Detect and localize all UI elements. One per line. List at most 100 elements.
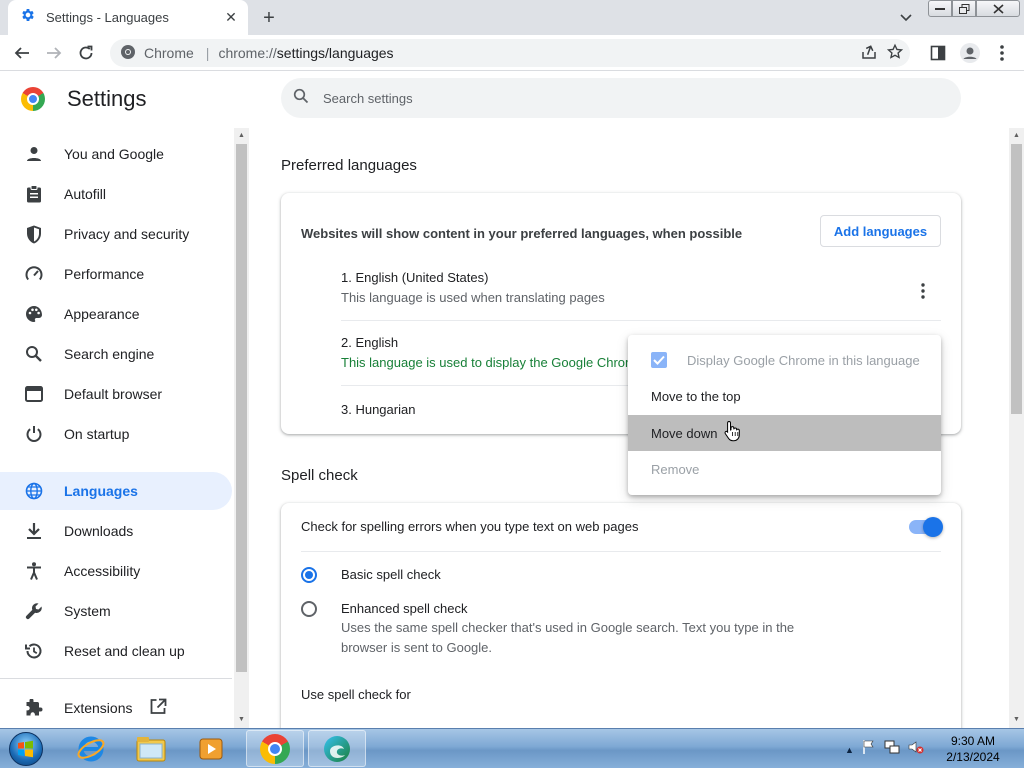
external-link-icon[interactable] xyxy=(150,698,167,718)
power-icon xyxy=(24,424,44,444)
new-tab-button[interactable]: + xyxy=(256,5,282,31)
forward-arrow-icon[interactable] xyxy=(40,39,68,67)
person-icon xyxy=(24,144,44,164)
start-button[interactable] xyxy=(6,730,46,768)
sidebar-item-search-engine[interactable]: Search engine xyxy=(0,335,232,373)
scroll-up-arrow-icon[interactable]: ▲ xyxy=(237,131,246,140)
file-explorer-taskbar-icon[interactable] xyxy=(122,730,180,767)
sidebar-item-system[interactable]: System xyxy=(0,592,232,630)
hand-pointer-cursor-icon xyxy=(724,420,742,447)
scroll-down-arrow-icon[interactable]: ▼ xyxy=(237,715,246,724)
sidebar-item-you-and-google[interactable]: You and Google xyxy=(0,135,232,173)
basic-spell-check-radio[interactable] xyxy=(301,567,317,583)
tab-title: Settings - Languages xyxy=(46,10,169,25)
menu-item-label: Remove xyxy=(651,461,700,477)
clock-time: 9:30 AM xyxy=(950,734,996,748)
enhanced-spell-check-description: Uses the same spell checker that's used … xyxy=(341,620,795,655)
system-tray: ▲ xyxy=(845,739,924,760)
basic-spell-check-label: Basic spell check xyxy=(341,567,441,582)
languages-intro-text: Websites will show content in your prefe… xyxy=(301,226,743,241)
sidebar-item-appearance[interactable]: Appearance xyxy=(0,295,232,333)
menu-item-display-chrome-in-language[interactable]: Display Google Chrome in this language xyxy=(628,342,941,378)
scroll-up-arrow-icon[interactable]: ▲ xyxy=(1012,131,1021,140)
page-title: Settings xyxy=(67,86,147,111)
sidebar-scrollbar[interactable]: ▲ ▼ xyxy=(234,128,249,728)
close-window-button[interactable] xyxy=(976,0,1020,17)
sidebar-item-accessibility[interactable]: Accessibility xyxy=(0,552,232,590)
spell-check-toggle[interactable] xyxy=(909,517,943,537)
sidebar-item-label: Search engine xyxy=(64,346,155,362)
sidebar-item-languages[interactable]: Languages xyxy=(0,472,232,510)
sidebar-item-downloads[interactable]: Downloads xyxy=(0,512,232,550)
address-bar[interactable]: Chrome | chrome:// settings/languages xyxy=(110,39,910,67)
language-row-english-us: 1. English (United States) This language… xyxy=(341,270,941,305)
chrome-taskbar-icon[interactable] xyxy=(246,730,304,767)
sidebar-scroll-thumb[interactable] xyxy=(236,144,247,672)
sidebar-item-label: Performance xyxy=(64,266,145,282)
tab-search-chevron-icon[interactable] xyxy=(894,6,918,30)
chrome-logo-icon xyxy=(260,733,290,764)
more-actions-icon[interactable] xyxy=(911,279,935,303)
add-languages-button[interactable]: Add languages xyxy=(820,215,941,247)
action-center-flag-icon[interactable] xyxy=(862,739,876,760)
toggle-knob xyxy=(923,517,943,537)
back-arrow-icon[interactable] xyxy=(8,39,36,67)
sidebar-item-label: Privacy and security xyxy=(64,226,190,242)
sidebar-item-label: Autofill xyxy=(64,186,107,202)
accessibility-icon xyxy=(24,561,44,581)
kebab-menu-icon[interactable] xyxy=(988,39,1016,67)
main-scrollbar[interactable]: ▲ ▼ xyxy=(1009,128,1024,728)
menu-item-move-to-top[interactable]: Move to the top xyxy=(628,378,941,414)
download-icon xyxy=(24,521,44,541)
gear-icon xyxy=(20,7,36,28)
enhanced-spell-check-radio[interactable] xyxy=(301,601,317,617)
palette-icon xyxy=(24,304,44,324)
sidebar-item-default-browser[interactable]: Default browser xyxy=(0,375,232,413)
menu-item-move-down[interactable]: Move down xyxy=(628,415,941,451)
settings-search[interactable] xyxy=(281,78,961,118)
sidebar-item-performance[interactable]: Performance xyxy=(0,255,232,293)
sidebar-item-extensions[interactable]: Extensions xyxy=(0,689,232,727)
profile-avatar-icon[interactable] xyxy=(956,39,984,67)
scroll-down-arrow-icon[interactable]: ▼ xyxy=(1012,715,1021,724)
chrome-logo-icon xyxy=(21,87,45,111)
spell-check-toggle-label: Check for spelling errors when you type … xyxy=(301,519,639,534)
reload-icon[interactable] xyxy=(72,39,100,67)
sidebar-item-label: Downloads xyxy=(64,523,134,539)
network-icon[interactable] xyxy=(884,739,900,760)
sidebar-item-label: Accessibility xyxy=(64,563,141,579)
tab-settings-languages[interactable]: Settings - Languages ✕ xyxy=(8,0,248,35)
sidebar-item-on-startup[interactable]: On startup xyxy=(0,415,232,453)
main-scroll-thumb[interactable] xyxy=(1011,144,1022,414)
browser-toolbar: Chrome | chrome:// settings/languages xyxy=(0,35,1024,71)
show-hidden-icons-arrow-icon[interactable]: ▲ xyxy=(845,745,854,755)
sidebar-item-autofill[interactable]: Autofill xyxy=(0,175,232,213)
menu-item-label: Move down xyxy=(651,425,718,441)
volume-muted-icon[interactable] xyxy=(908,739,924,760)
history-icon xyxy=(24,641,44,661)
sidebar-item-privacy-and-security[interactable]: Privacy and security xyxy=(0,215,232,253)
menu-item-label: Move to the top xyxy=(651,388,741,404)
edge-taskbar-icon[interactable] xyxy=(308,730,366,767)
url-path: settings/languages xyxy=(276,45,394,61)
share-icon[interactable] xyxy=(860,43,878,64)
minimize-window-button[interactable] xyxy=(928,0,952,17)
search-input[interactable] xyxy=(323,90,883,106)
internet-explorer-taskbar-icon[interactable] xyxy=(62,730,120,767)
restore-window-button[interactable] xyxy=(952,0,976,17)
spell-check-card: Check for spelling errors when you type … xyxy=(281,503,961,743)
taskbar-clock[interactable]: 9:30 AM 2/13/2024 xyxy=(935,733,1011,765)
side-panel-icon[interactable] xyxy=(924,39,952,67)
sidebar-item-label: Reset and clean up xyxy=(64,643,185,659)
media-player-taskbar-icon[interactable] xyxy=(182,730,240,767)
language-note: This language is used when translating p… xyxy=(341,290,605,305)
sidebar-item-reset-and-clean-up[interactable]: Reset and clean up xyxy=(0,632,232,670)
bookmark-star-icon[interactable] xyxy=(886,43,904,64)
close-tab-icon[interactable]: ✕ xyxy=(220,7,242,29)
menu-item-remove[interactable]: Remove xyxy=(628,451,941,487)
url-host: chrome:// xyxy=(218,45,277,61)
spell-divider xyxy=(301,551,941,552)
chrome-site-icon[interactable] xyxy=(120,44,136,63)
checkbox-checked-icon[interactable] xyxy=(651,352,667,368)
omnibox-separator: | xyxy=(205,45,210,61)
